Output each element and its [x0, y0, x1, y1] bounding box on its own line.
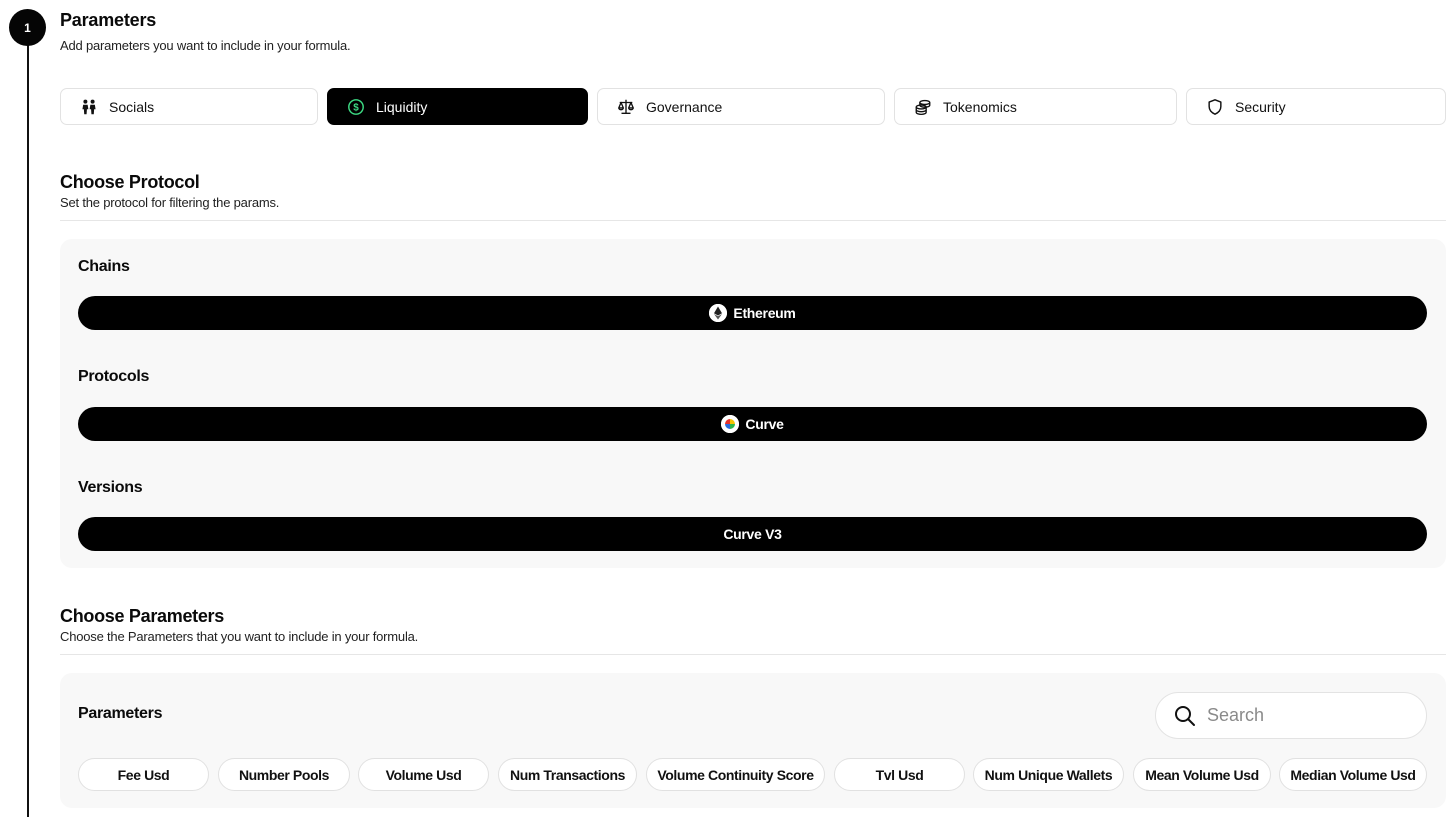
- protocol-filter-panel: Chains Ethereum Protocols Curve Versions…: [60, 239, 1446, 568]
- protocol-option-curve[interactable]: Curve: [78, 407, 1427, 441]
- svg-text:$: $: [353, 102, 359, 113]
- parameters-header: Parameters Add parameters you want to in…: [60, 10, 351, 53]
- page-title: Parameters: [60, 10, 157, 30]
- choose-protocol-title: Choose Protocol: [60, 172, 200, 192]
- parameter-chip-fee-usd[interactable]: Fee Usd: [78, 758, 209, 791]
- parameters-label: Parameters: [78, 705, 163, 722]
- tab-label: Governance: [646, 98, 723, 115]
- curve-icon: [721, 415, 740, 433]
- chain-option-label: Ethereum: [733, 305, 796, 321]
- tab-tokenomics[interactable]: Tokenomics: [894, 88, 1177, 125]
- protocols-label: Protocols: [78, 368, 150, 385]
- search-input[interactable]: [1207, 705, 1407, 726]
- tab-liquidity[interactable]: $ Liquidity: [327, 88, 588, 125]
- version-option-curve-v3[interactable]: Curve V3: [78, 517, 1427, 551]
- versions-label: Versions: [78, 479, 143, 496]
- search-icon: [1173, 704, 1197, 728]
- tab-label: Security: [1235, 98, 1286, 115]
- chains-label: Chains: [78, 258, 130, 275]
- tab-label: Socials: [109, 98, 155, 115]
- parameter-chip-number-pools[interactable]: Number Pools: [218, 758, 350, 791]
- tab-label: Tokenomics: [943, 98, 1017, 115]
- choose-parameters-title: Choose Parameters: [60, 606, 224, 626]
- coins-icon: [913, 97, 933, 117]
- tab-label: Liquidity: [376, 98, 428, 115]
- divider: [60, 654, 1446, 655]
- parameter-chip-median-volume-usd[interactable]: Median Volume Usd: [1279, 758, 1427, 791]
- parameter-chip-mean-volume-usd[interactable]: Mean Volume Usd: [1133, 758, 1271, 791]
- ethereum-icon: [709, 304, 728, 322]
- people-icon: [79, 97, 99, 117]
- step-timeline-line: [27, 40, 29, 817]
- parameters-panel: Parameters Fee Usd Number Pools Volume U…: [60, 673, 1446, 808]
- parameter-chip-volume-continuity-score[interactable]: Volume Continuity Score: [646, 758, 825, 791]
- parameter-chip-num-unique-wallets[interactable]: Num Unique Wallets: [973, 758, 1124, 791]
- parameter-chip-tvl-usd[interactable]: Tvl Usd: [834, 758, 965, 791]
- tab-governance[interactable]: Governance: [597, 88, 885, 125]
- tab-security[interactable]: Security: [1186, 88, 1446, 125]
- choose-parameters-subtitle: Choose the Parameters that you want to i…: [60, 629, 419, 644]
- divider: [60, 220, 1446, 221]
- scale-icon: [616, 97, 636, 117]
- chain-option-ethereum[interactable]: Ethereum: [78, 296, 1427, 330]
- parameter-chip-num-transactions[interactable]: Num Transactions: [498, 758, 637, 791]
- category-tabs: Socials $ Liquidity Governance Tokenomic…: [60, 88, 1446, 125]
- shield-icon: [1205, 97, 1225, 117]
- choose-protocol-subtitle: Set the protocol for filtering the param…: [60, 195, 280, 210]
- step-number-badge: 1: [9, 9, 46, 46]
- dollar-circle-icon: $: [346, 97, 366, 117]
- parameter-chip-volume-usd[interactable]: Volume Usd: [358, 758, 489, 791]
- page-subtitle: Add parameters you want to include in yo…: [60, 38, 351, 53]
- tab-socials[interactable]: Socials: [60, 88, 318, 125]
- version-option-label: Curve V3: [723, 526, 782, 542]
- parameter-search[interactable]: [1155, 692, 1427, 739]
- protocol-option-label: Curve: [745, 416, 784, 432]
